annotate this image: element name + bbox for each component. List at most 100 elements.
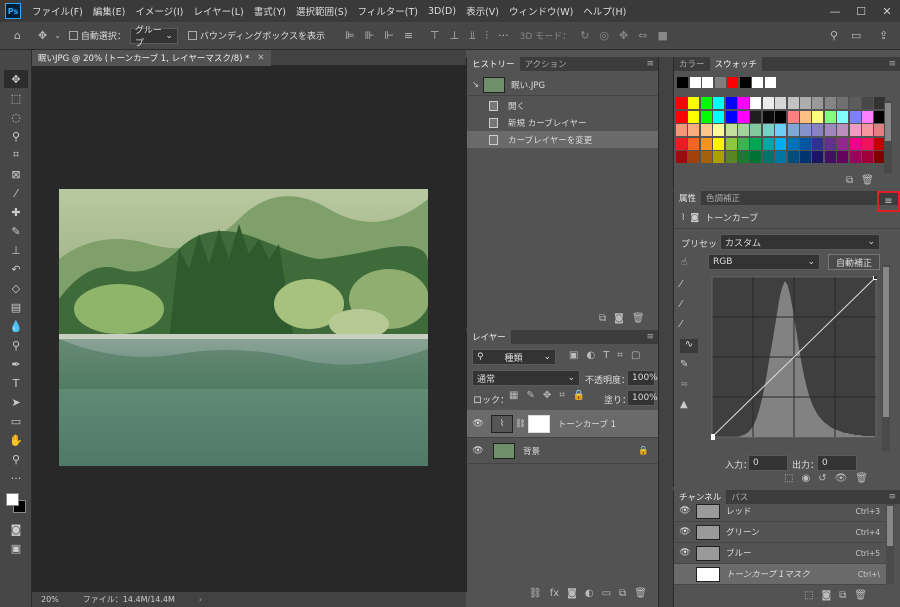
history-snapshot[interactable]: ↘ 眠い.JPG xyxy=(467,74,659,96)
lock-artboard-icon[interactable]: ⌗ xyxy=(559,390,565,401)
color-swatch[interactable] xyxy=(849,137,861,150)
dodge-tool-icon[interactable]: ⚲ xyxy=(4,336,28,354)
layer-row-curves[interactable]: 👁 ⌇ ⛓ トーンカーブ 1 xyxy=(467,410,659,438)
color-swatch[interactable] xyxy=(812,151,824,163)
trash-icon[interactable]: 🗑 xyxy=(634,588,647,599)
color-swatch[interactable] xyxy=(750,151,762,163)
bounding-box-checkbox[interactable] xyxy=(187,31,197,40)
channel-row-green[interactable]: 👁 グリーン Ctrl+4 xyxy=(674,522,886,543)
curves-chart[interactable] xyxy=(709,274,879,440)
quick-mask-icon[interactable]: ◙ xyxy=(4,520,28,538)
tab-layers[interactable]: レイヤー xyxy=(467,330,511,344)
recent-swatch[interactable] xyxy=(689,77,701,88)
layer-filter-dropdown[interactable]: ⚲ 種類 ⌄ xyxy=(472,349,556,365)
lock-position-icon[interactable]: ✥ xyxy=(543,390,551,401)
curves-graph[interactable] xyxy=(709,274,879,443)
color-swatch[interactable] xyxy=(676,97,687,109)
color-swatch[interactable] xyxy=(849,110,861,123)
healing-brush-tool-icon[interactable]: ✚ xyxy=(4,203,28,221)
color-swatch[interactable] xyxy=(676,124,687,136)
gradient-tool-icon[interactable]: ▤ xyxy=(4,298,28,316)
menu-filter[interactable]: フィルター(T) xyxy=(352,4,423,18)
color-swatch[interactable] xyxy=(700,110,712,123)
color-swatch[interactable] xyxy=(676,110,687,123)
move-tool-icon[interactable]: ✥ xyxy=(38,29,47,42)
color-swatch[interactable] xyxy=(787,110,799,123)
history-brush-source-icon[interactable]: ↘ xyxy=(472,80,479,90)
color-swatch[interactable] xyxy=(700,97,712,109)
color-swatch[interactable] xyxy=(862,137,873,150)
recent-swatch[interactable] xyxy=(764,77,776,88)
color-swatch[interactable] xyxy=(738,110,749,123)
color-swatch[interactable] xyxy=(787,97,799,109)
mask-icon[interactable]: ◙ xyxy=(690,213,699,223)
color-swatch[interactable] xyxy=(837,151,849,163)
color-swatch[interactable] xyxy=(713,110,725,123)
color-swatch[interactable] xyxy=(725,97,737,109)
search-icon[interactable]: ⚲ xyxy=(830,29,838,42)
input-field[interactable]: 0 xyxy=(748,455,788,471)
history-item[interactable]: カーブレイヤーを変更 xyxy=(467,131,659,148)
color-swatch[interactable] xyxy=(849,97,861,109)
color-swatch[interactable] xyxy=(750,97,762,109)
new-adjustment-layer-icon[interactable]: ◐ xyxy=(585,588,594,599)
color-swatch[interactable] xyxy=(800,151,811,163)
color-swatch[interactable] xyxy=(725,124,737,136)
color-swatch[interactable] xyxy=(837,124,849,136)
curves-adjustment-icon[interactable]: ⌇ xyxy=(681,213,685,223)
distribute-icon[interactable]: ≡ xyxy=(404,29,413,42)
menu-layer[interactable]: レイヤー(L) xyxy=(188,4,248,18)
type-tool-icon[interactable]: T xyxy=(4,374,28,392)
color-swatch[interactable] xyxy=(700,124,712,136)
hand-tool-icon[interactable]: ✋ xyxy=(4,431,28,449)
auto-button[interactable]: 自動補正 xyxy=(828,254,880,270)
auto-select-dropdown[interactable]: グループ ⌄ xyxy=(129,26,178,49)
panel-menu-icon[interactable]: ≡ xyxy=(646,59,654,69)
3d-roll-icon[interactable]: ◎ xyxy=(599,29,609,42)
eraser-tool-icon[interactable]: ◇ xyxy=(4,279,28,297)
panel-menu-icon[interactable]: ≡ xyxy=(646,332,654,342)
target-adjustment-icon[interactable]: ☝ xyxy=(681,257,687,268)
lock-image-icon[interactable]: ✎ xyxy=(526,390,534,401)
new-layer-icon[interactable]: ⧉ xyxy=(619,588,626,599)
fill-input[interactable]: 100% xyxy=(627,390,658,406)
color-swatch[interactable] xyxy=(762,151,774,163)
color-swatch[interactable] xyxy=(688,137,700,150)
color-swatch[interactable] xyxy=(725,110,737,123)
recent-swatch[interactable] xyxy=(677,77,688,88)
recent-swatch[interactable] xyxy=(714,77,726,88)
pencil-icon[interactable]: ✎ xyxy=(680,359,698,373)
auto-select-checkbox[interactable] xyxy=(68,31,78,40)
color-swatch[interactable] xyxy=(725,137,737,150)
menu-select[interactable]: 選択範囲(S) xyxy=(291,4,352,18)
eyedropper-tool-icon[interactable]: ⁄ xyxy=(4,184,28,202)
curve-point-tool-icon[interactable]: ∿ xyxy=(680,339,698,353)
brush-tool-icon[interactable]: ✎ xyxy=(4,222,28,240)
color-swatch[interactable] xyxy=(676,151,687,163)
lock-all-icon[interactable]: 🔒 xyxy=(573,390,585,401)
tab-history[interactable]: ヒストリー xyxy=(467,57,520,71)
new-group-icon[interactable]: ▭ xyxy=(602,588,611,599)
pen-tool-icon[interactable]: ✒ xyxy=(4,355,28,373)
color-swatch[interactable] xyxy=(688,151,700,163)
chevron-right-icon[interactable]: › xyxy=(199,595,202,604)
color-swatch[interactable] xyxy=(713,124,725,136)
channel-row-red[interactable]: 👁 レッド Ctrl+3 xyxy=(674,501,886,522)
move-tool-icon[interactable]: ✥ xyxy=(4,70,28,88)
tab-properties[interactable]: 属性 xyxy=(674,191,702,205)
color-swatch[interactable] xyxy=(762,110,774,123)
color-swatch[interactable] xyxy=(762,124,774,136)
pixel-filter-icon[interactable]: ▣ xyxy=(569,350,578,361)
panel-menu-icon[interactable]: ≡ xyxy=(888,59,896,69)
type-filter-icon[interactable]: T xyxy=(603,350,609,361)
eye-icon[interactable]: 👁 xyxy=(467,419,489,429)
preset-dropdown[interactable]: カスタム ⌄ xyxy=(720,234,880,250)
eye-icon[interactable]: 👁 xyxy=(835,473,848,484)
menu-view[interactable]: 表示(V) xyxy=(461,4,504,18)
opacity-input[interactable]: 100% xyxy=(627,370,658,386)
menu-help[interactable]: ヘルプ(H) xyxy=(578,4,631,18)
workspace-icon[interactable]: ▭ xyxy=(851,29,861,42)
3d-rotate-icon[interactable]: ↻ xyxy=(580,29,589,42)
color-swatch[interactable] xyxy=(862,151,873,163)
color-swatch[interactable] xyxy=(787,137,799,150)
